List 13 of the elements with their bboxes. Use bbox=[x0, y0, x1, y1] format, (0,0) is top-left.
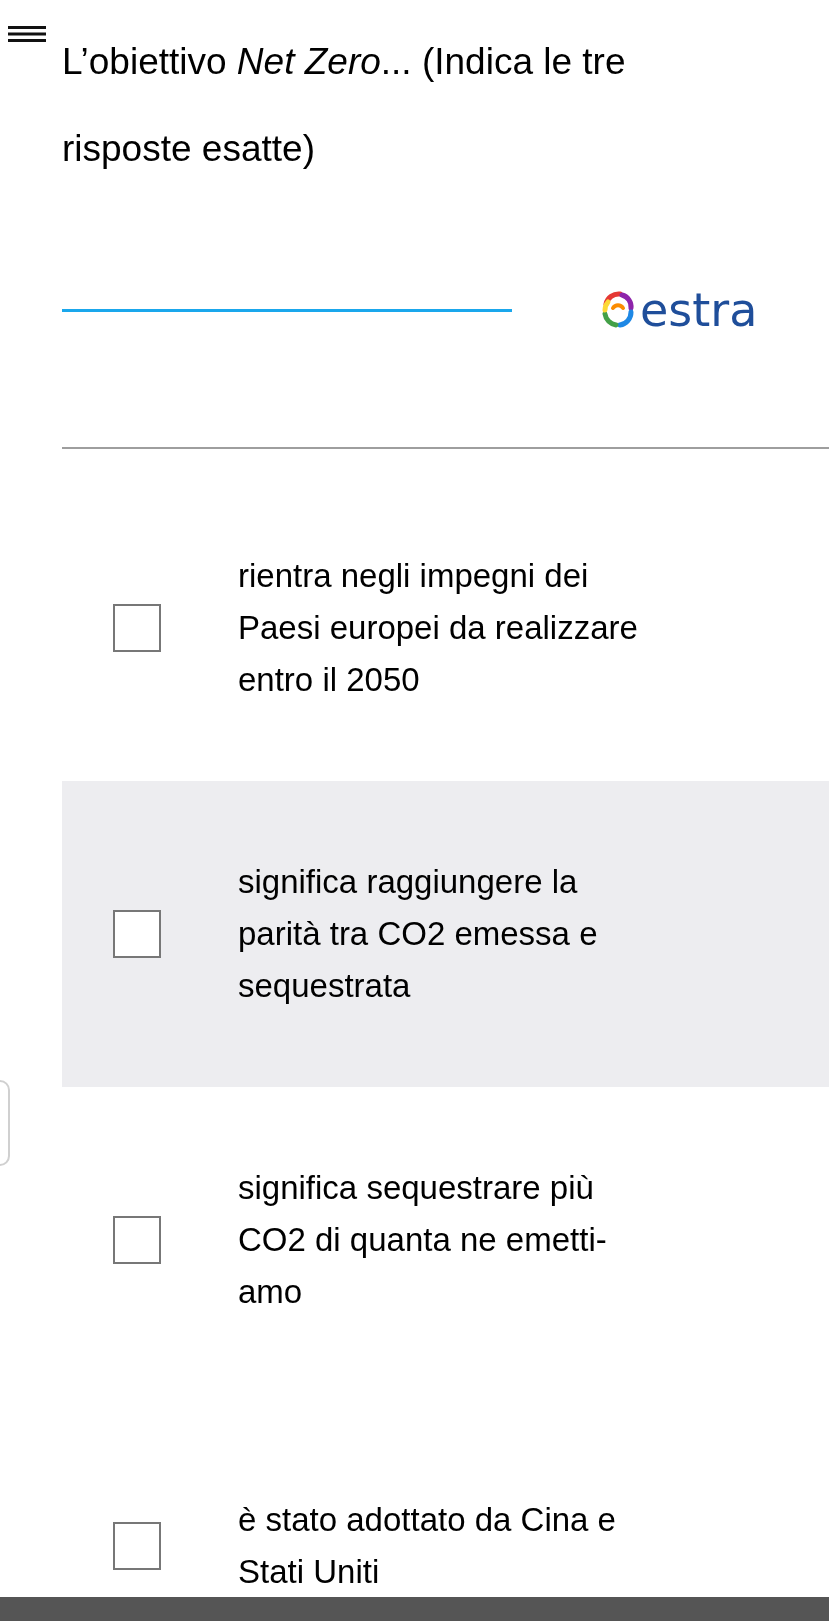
checkbox[interactable] bbox=[113, 604, 161, 652]
option-row[interactable]: significa raggiungere la parità tra CO2 emessa e sequestrata bbox=[62, 781, 829, 1087]
checkbox[interactable] bbox=[113, 1216, 161, 1264]
swirl-icon bbox=[600, 290, 636, 330]
option-text: significa raggiungere la parità tra CO2 emessa e sequestrata bbox=[238, 862, 598, 1006]
logo-text: estra bbox=[640, 287, 758, 333]
menu-icon[interactable] bbox=[8, 26, 46, 42]
option-text: significa sequestrare più CO2 di quanta ne emetti- amo bbox=[238, 1168, 607, 1312]
checkbox[interactable] bbox=[113, 1522, 161, 1570]
option-text: è stato adottato da Cina e Stati Uniti bbox=[238, 1500, 616, 1592]
option-text: rientra negli impegni dei Paesi europei da realizzare entro il 2050 bbox=[238, 556, 638, 700]
checkbox[interactable] bbox=[113, 910, 161, 958]
question-text: L’obiettivo Net Zero... (Indica le tre risposte esatte) bbox=[62, 40, 627, 171]
